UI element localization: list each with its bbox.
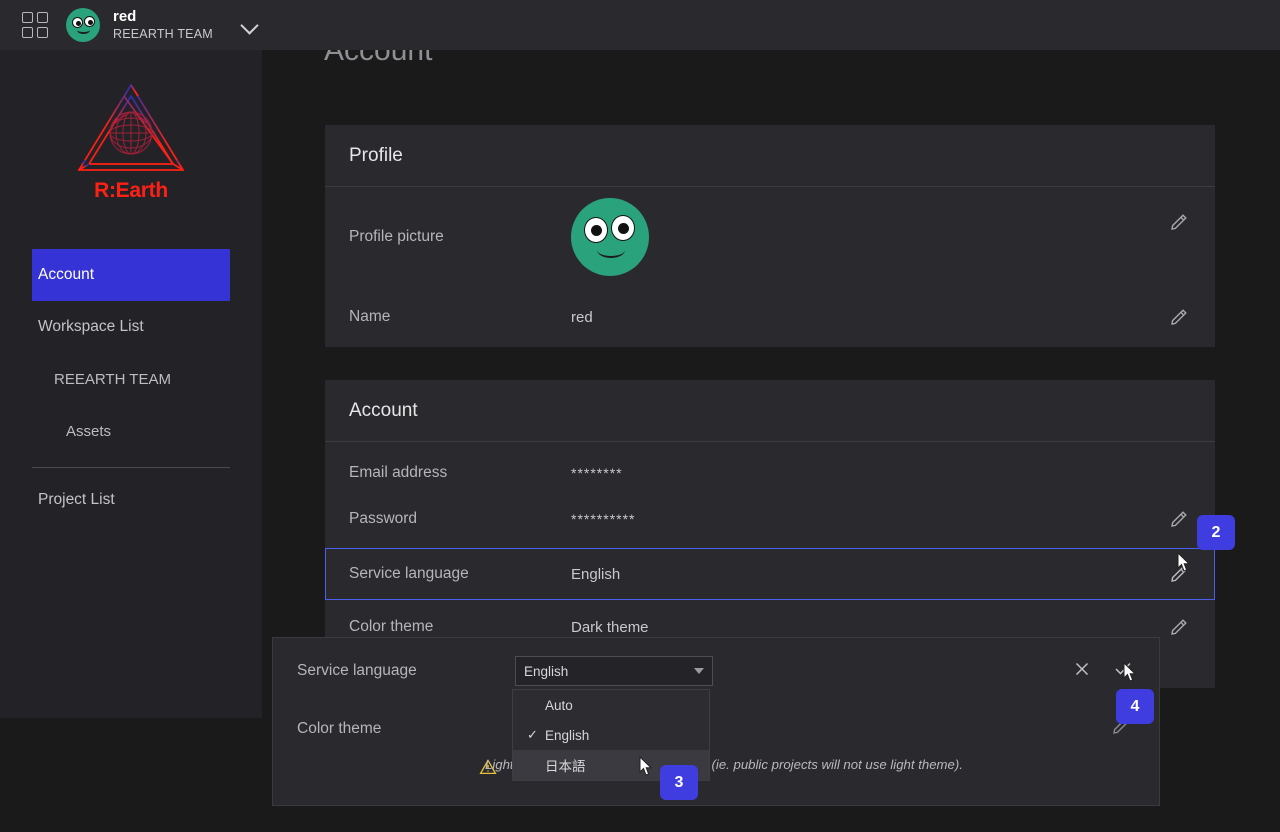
reearth-penrose-globe-logo xyxy=(77,83,185,171)
sidebar-item-label: Project List xyxy=(38,491,115,508)
row-label: Password xyxy=(349,510,418,527)
check-icon[interactable] xyxy=(1113,660,1133,680)
edit-password-pencil-icon[interactable] xyxy=(1169,509,1189,529)
workspace-team: REEARTH TEAM xyxy=(113,26,213,41)
workspace-name: red xyxy=(113,7,137,25)
row-value: English xyxy=(571,565,621,583)
service-language-edit-panel: Service language English Color theme Lig… xyxy=(272,637,1160,806)
avatar-face xyxy=(66,8,100,42)
avatar-smile xyxy=(597,242,625,258)
avatar-pupil-right xyxy=(618,223,629,234)
workspace-avatar[interactable] xyxy=(66,8,100,42)
row-value: Dark theme xyxy=(571,618,649,636)
avatar-eye-right xyxy=(611,215,635,241)
avatar-pupil-right xyxy=(87,19,93,25)
step-badge-2: 2 xyxy=(1197,515,1235,550)
row-label: Color theme xyxy=(349,618,434,635)
close-x-icon[interactable] xyxy=(1073,660,1093,680)
row-password: Password ********** xyxy=(325,496,1215,542)
service-language-select[interactable]: English xyxy=(515,656,713,686)
avatar-eye-left xyxy=(584,217,608,243)
profile-card-title: Profile xyxy=(325,125,1215,187)
step-badge-4: 4 xyxy=(1116,689,1154,724)
edit-profile-picture-pencil-icon[interactable] xyxy=(1169,212,1189,232)
check-icon: ✓ xyxy=(527,727,538,742)
row-profile-picture: Profile picture xyxy=(325,187,1215,287)
profile-picture-avatar[interactable] xyxy=(571,198,649,276)
dropdown-option-label: 日本語 xyxy=(545,759,586,774)
row-value: ******** xyxy=(571,465,623,481)
workspace-identity: red REEARTH TEAM xyxy=(113,8,213,42)
edit-color-theme-pencil-icon[interactable] xyxy=(1169,617,1189,637)
dropdown-option-english[interactable]: ✓ English xyxy=(513,720,709,750)
dropdown-option-auto[interactable]: Auto xyxy=(513,690,709,720)
overlay-service-language-label: Service language xyxy=(297,662,417,679)
sidebar-item-reearth-team[interactable]: REEARTH TEAM xyxy=(0,353,262,405)
dropdown-option-label: English xyxy=(545,727,590,743)
top-bar: red REEARTH TEAM xyxy=(0,0,1280,50)
overlay-row-service-language: Service language English xyxy=(273,638,1159,704)
sidebar-item-label: REEARTH TEAM xyxy=(54,370,171,388)
account-card-title: Account xyxy=(325,380,1215,442)
chevron-down-icon xyxy=(694,668,704,674)
overlay-row-color-theme: Color theme xyxy=(273,704,1159,754)
sidebar-item-project-list[interactable]: Project List xyxy=(0,474,262,526)
row-service-language[interactable]: Service language English xyxy=(325,548,1215,600)
edit-name-pencil-icon[interactable] xyxy=(1169,307,1189,327)
row-value: ********** xyxy=(571,511,636,527)
edit-service-language-pencil-icon[interactable] xyxy=(1169,564,1189,584)
row-label: Profile picture xyxy=(349,228,444,245)
sidebar-nav: Account Workspace List REEARTH TEAM Asse… xyxy=(0,249,262,526)
avatar-pupil-left xyxy=(591,225,602,236)
sidebar-item-account[interactable]: Account xyxy=(32,249,230,301)
avatar-pupil-left xyxy=(75,20,81,26)
sidebar-item-label: Workspace List xyxy=(38,318,144,335)
row-value: red xyxy=(571,308,593,326)
avatar-face xyxy=(571,198,649,276)
sidebar-divider xyxy=(32,467,230,468)
sidebar-item-label: Account xyxy=(38,266,95,283)
sidebar-item-workspace-list[interactable]: Workspace List xyxy=(0,301,262,353)
overlay-color-theme-label: Color theme xyxy=(297,720,382,737)
profile-card: Profile Profile picture Name red xyxy=(325,125,1215,347)
avatar-smile xyxy=(77,26,90,34)
sidebar-item-label: Assets xyxy=(66,422,112,440)
row-label: Service language xyxy=(349,565,469,582)
service-language-select-value: English xyxy=(524,663,569,679)
row-label: Name xyxy=(349,308,391,325)
page-title: Account xyxy=(324,50,433,67)
step-badge-3: 3 xyxy=(660,765,698,800)
overlay-actions xyxy=(1073,660,1133,680)
sidebar-item-assets[interactable]: Assets xyxy=(0,405,262,457)
dropdown-option-label: Auto xyxy=(545,697,573,713)
row-email-address: Email address ******** xyxy=(325,450,1215,496)
app-logo: R:Earth xyxy=(0,50,262,203)
sidebar: R:Earth Account Workspace List REEARTH T… xyxy=(0,50,262,718)
logo-text: R:Earth xyxy=(94,179,168,202)
row-name: Name red xyxy=(325,287,1215,347)
row-label: Email address xyxy=(349,464,448,481)
chevron-down-icon[interactable] xyxy=(241,16,259,34)
apps-grid-icon[interactable] xyxy=(22,12,48,38)
